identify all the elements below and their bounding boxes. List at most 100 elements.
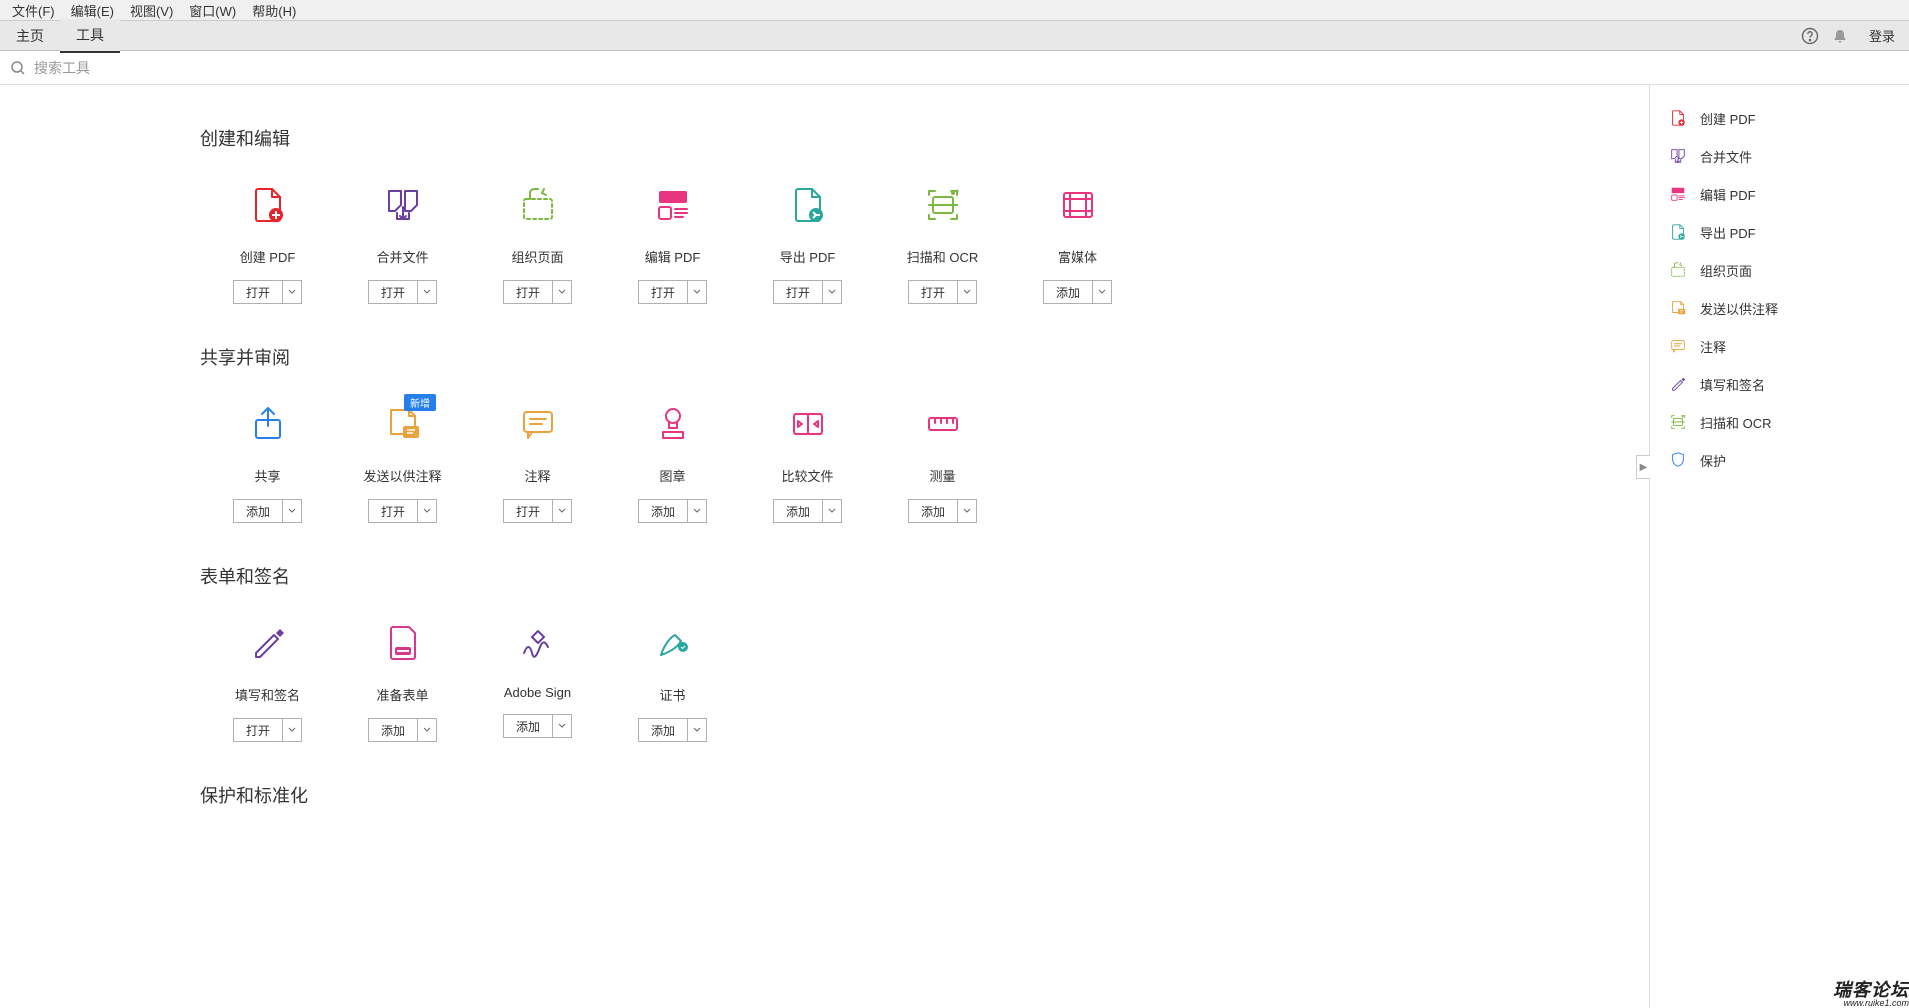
organize-icon: 0 40">: [1668, 260, 1688, 280]
fill-sign-icon: 0 40">: [1668, 374, 1688, 394]
tool-open-button[interactable]: 打开: [639, 281, 688, 303]
sidebar: ▶ 0 40">创建 PDF0 40">合并文件0 40">编辑 PDF0 40…: [1649, 85, 1909, 1008]
tool-label: 创建 PDF: [240, 247, 296, 266]
tool-label: 编辑 PDF: [645, 247, 701, 266]
tool-open-button[interactable]: 打开: [909, 281, 958, 303]
search-input[interactable]: [34, 60, 1899, 76]
send-comments-icon: 0 40">: [1668, 298, 1688, 318]
tool-prepare-form: 准备表单添加: [335, 619, 470, 742]
tool-button-group: 打开: [503, 499, 572, 523]
tool-open-button[interactable]: 打开: [774, 281, 823, 303]
tool-export-pdf: 导出 PDF 打开: [740, 181, 875, 304]
sidebar-item-combine[interactable]: 0 40">合并文件: [1650, 137, 1909, 175]
certificates-icon: [649, 619, 697, 667]
tool-dropdown-button[interactable]: [553, 281, 571, 303]
tool-add-button[interactable]: 添加: [369, 719, 418, 741]
tool-combine: 合并文件打开: [335, 181, 470, 304]
tool-button-group: 添加: [638, 718, 707, 742]
section-title-share_review: 共享并审阅: [200, 344, 1589, 370]
tab-home[interactable]: 主页: [0, 20, 60, 52]
sidebar-item-create-pdf[interactable]: 0 40">创建 PDF: [1650, 99, 1909, 137]
tool-button-group: 打开: [368, 280, 437, 304]
tool-label: 富媒体: [1058, 247, 1097, 266]
main-content: 创建和编辑创建 PDF打开合并文件打开组织页面打开编辑 PDF打开导出 PDF打…: [0, 85, 1649, 1008]
tool-dropdown-button[interactable]: [553, 715, 571, 737]
tool-open-button[interactable]: 打开: [234, 281, 283, 303]
create-pdf-icon: [244, 181, 292, 229]
tool-dropdown-button[interactable]: [283, 500, 301, 522]
measure-icon: [919, 400, 967, 448]
sidebar-item-scan-ocr[interactable]: 0 40">扫描和 OCR: [1650, 403, 1909, 441]
tool-comment: 注释打开: [470, 400, 605, 523]
tool-label: 填写和签名: [235, 685, 300, 704]
combine-icon: [379, 181, 427, 229]
tool-open-button[interactable]: 打开: [504, 281, 553, 303]
bell-icon[interactable]: [1825, 21, 1855, 51]
tool-add-button[interactable]: 添加: [234, 500, 283, 522]
tool-button-group: 添加: [368, 718, 437, 742]
tool-dropdown-button[interactable]: [688, 500, 706, 522]
tool-open-button[interactable]: 打开: [369, 281, 418, 303]
sidebar-item-label: 保护: [1700, 451, 1726, 470]
sidebar-item-organize[interactable]: 0 40">组织页面: [1650, 251, 1909, 289]
tool-add-button[interactable]: 添加: [774, 500, 823, 522]
tool-dropdown-button[interactable]: [958, 500, 976, 522]
tool-dropdown-button[interactable]: [688, 719, 706, 741]
menu-view[interactable]: 视图(V): [122, 0, 181, 22]
tool-label: Adobe Sign: [504, 685, 571, 700]
tool-dropdown-button[interactable]: [418, 500, 436, 522]
tool-dropdown-button[interactable]: [283, 719, 301, 741]
help-icon[interactable]: [1795, 21, 1825, 51]
tool-button-group: 打开: [503, 280, 572, 304]
fill-sign-icon: [244, 619, 292, 667]
tool-add-button[interactable]: 添加: [1044, 281, 1093, 303]
tool-add-button[interactable]: 添加: [909, 500, 958, 522]
menu-file[interactable]: 文件(F): [4, 0, 63, 22]
sidebar-item-send-comments[interactable]: 0 40">发送以供注释: [1650, 289, 1909, 327]
tool-dropdown-button[interactable]: [553, 500, 571, 522]
tool-certificates: 证书添加: [605, 619, 740, 742]
tool-dropdown-button[interactable]: [688, 281, 706, 303]
sidebar-item-export-pdf[interactable]: 0 40">导出 PDF: [1650, 213, 1909, 251]
tool-dropdown-button[interactable]: [823, 281, 841, 303]
sidebar-item-comment[interactable]: 0 40">注释: [1650, 327, 1909, 365]
searchbar: [0, 51, 1909, 85]
tool-open-button[interactable]: 打开: [234, 719, 283, 741]
tool-open-button[interactable]: 打开: [504, 500, 553, 522]
sidebar-item-label: 编辑 PDF: [1700, 185, 1756, 204]
tool-dropdown-button[interactable]: [958, 281, 976, 303]
tab-tools[interactable]: 工具: [60, 19, 120, 53]
tool-dropdown-button[interactable]: [283, 281, 301, 303]
tool-label: 导出 PDF: [780, 247, 836, 266]
search-icon: [10, 60, 26, 76]
tool-dropdown-button[interactable]: [418, 281, 436, 303]
prepare-form-icon: [379, 619, 427, 667]
tool-open-button[interactable]: 打开: [369, 500, 418, 522]
tool-add-button[interactable]: 添加: [639, 719, 688, 741]
tool-dropdown-button[interactable]: [418, 719, 436, 741]
edit-pdf-icon: [649, 181, 697, 229]
tool-label: 扫描和 OCR: [907, 247, 979, 266]
sidebar-item-protect[interactable]: 0 40"> 保护: [1650, 441, 1909, 479]
tool-create-pdf: 创建 PDF 打开: [200, 181, 335, 304]
menu-help[interactable]: 帮助(H): [244, 0, 304, 22]
tool-label: 组织页面: [511, 247, 563, 266]
sidebar-item-edit-pdf[interactable]: 0 40">编辑 PDF: [1650, 175, 1909, 213]
tool-dropdown-button[interactable]: [823, 500, 841, 522]
tool-add-button[interactable]: 添加: [639, 500, 688, 522]
tool-button-group: 添加: [773, 499, 842, 523]
stamp-icon: [649, 400, 697, 448]
sidebar-item-label: 导出 PDF: [1700, 223, 1756, 242]
login-button[interactable]: 登录: [1855, 20, 1909, 51]
tool-dropdown-button[interactable]: [1093, 281, 1111, 303]
sidebar-item-fill-sign[interactable]: 0 40">填写和签名: [1650, 365, 1909, 403]
protect-icon: 0 40">: [1668, 450, 1688, 470]
sidebar-collapse-button[interactable]: ▶: [1636, 455, 1650, 479]
menu-window[interactable]: 窗口(W): [181, 0, 244, 22]
tool-button-group: 打开: [638, 280, 707, 304]
tool-label: 比较文件: [781, 466, 833, 485]
tool-add-button[interactable]: 添加: [504, 715, 553, 737]
tool-button-group: 添加: [638, 499, 707, 523]
tool-stamp: 图章添加: [605, 400, 740, 523]
tool-fill-sign: 填写和签名打开: [200, 619, 335, 742]
